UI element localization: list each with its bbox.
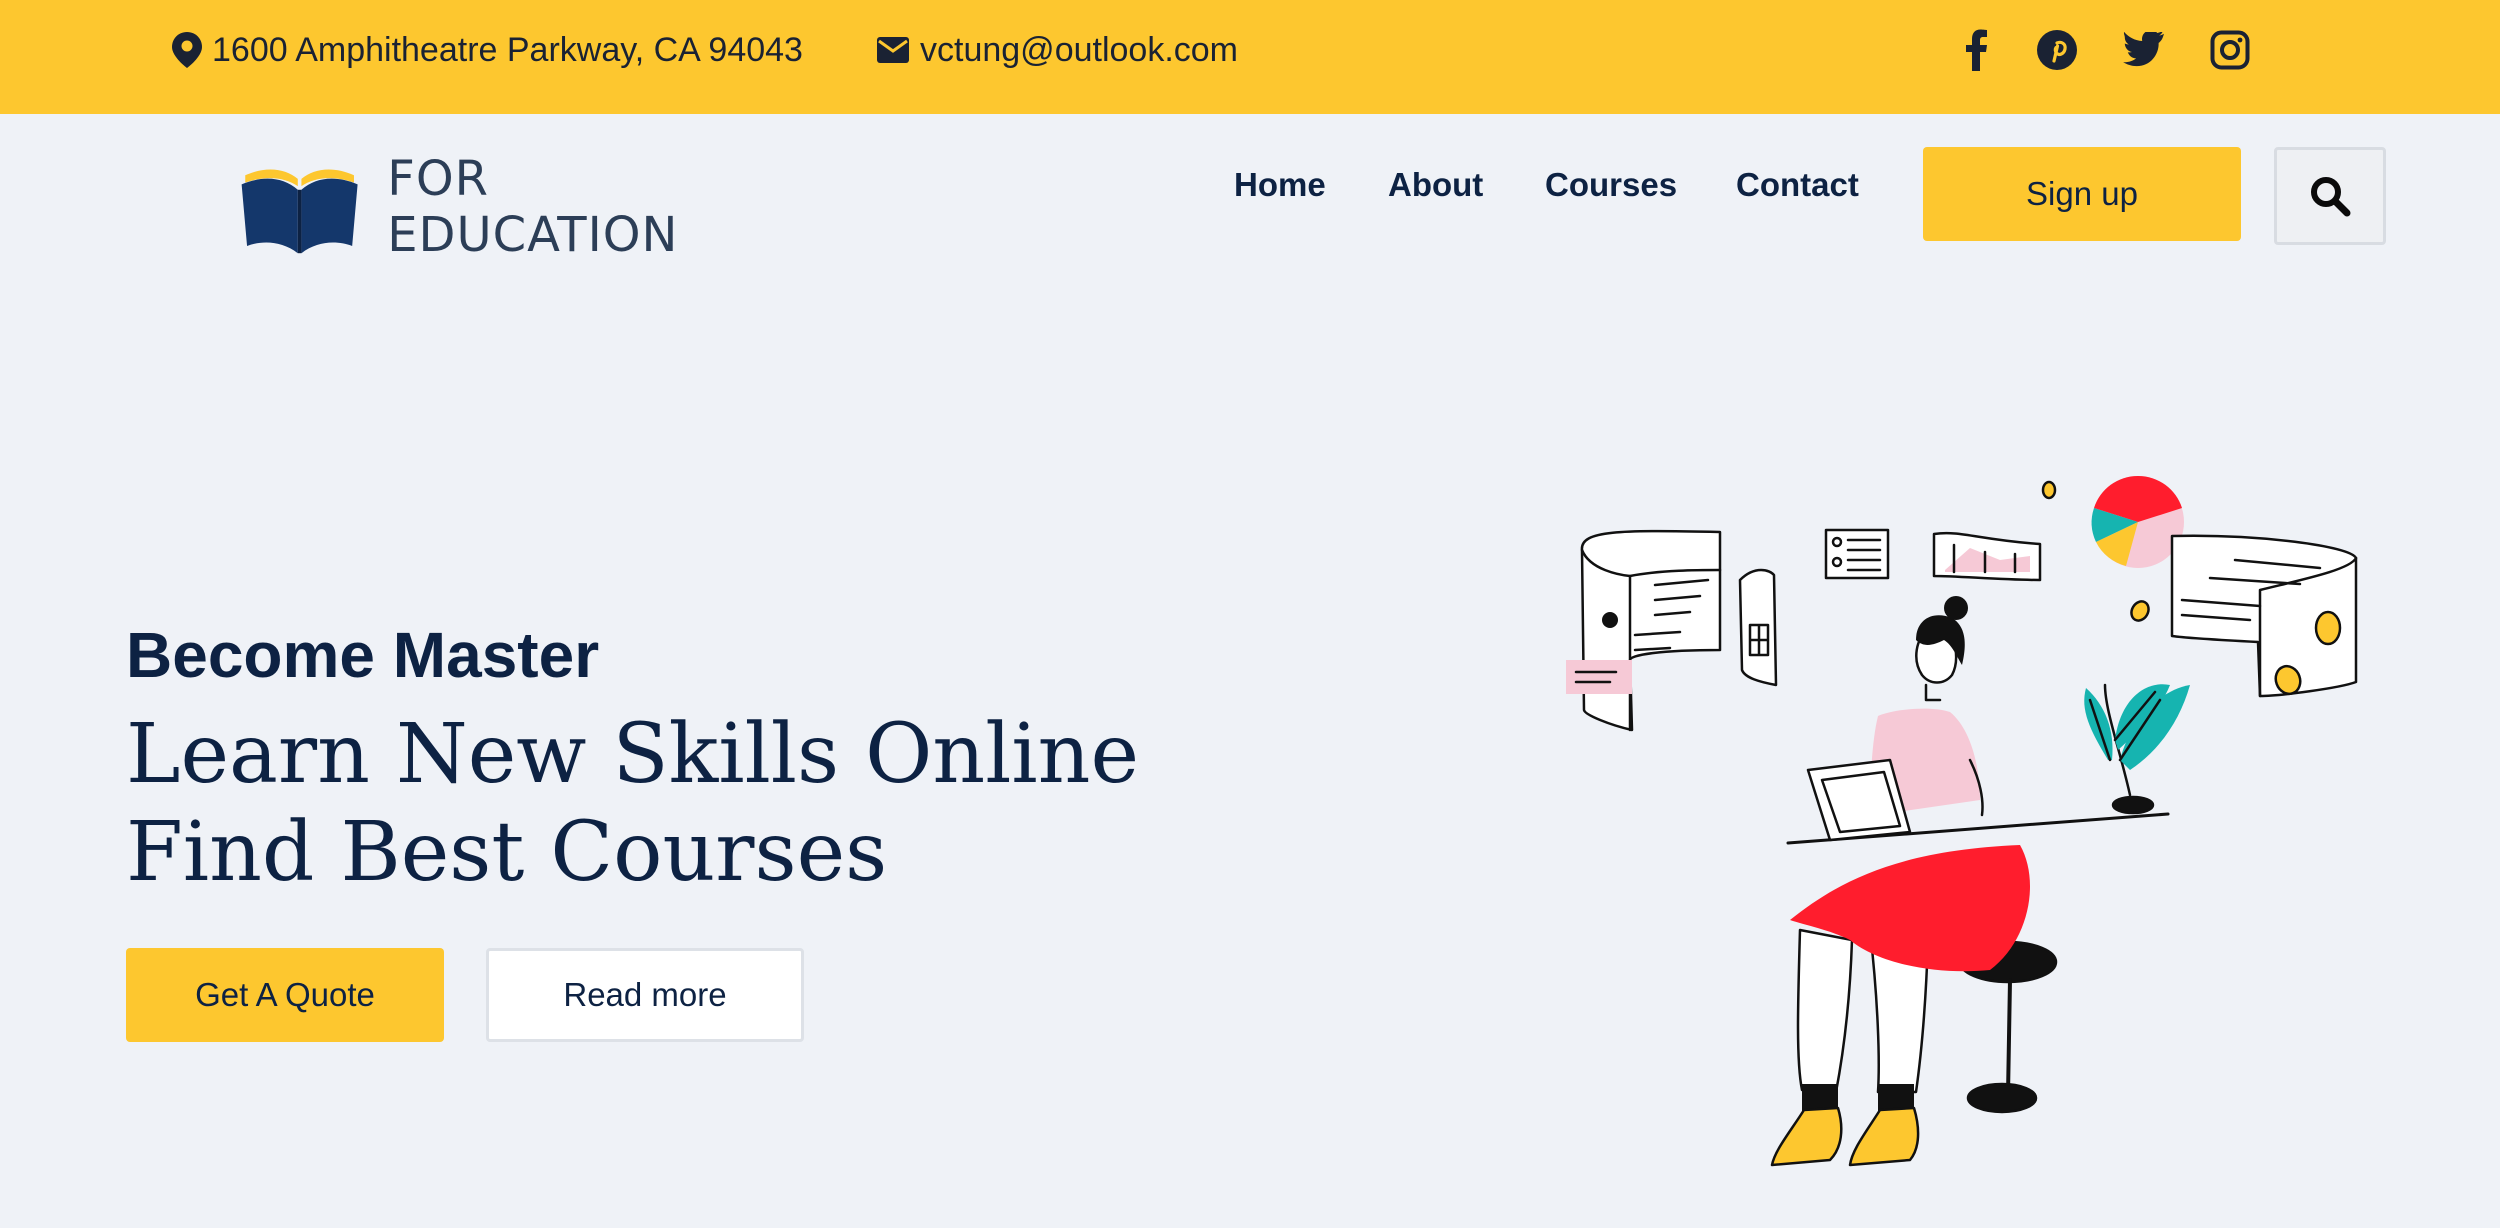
open-book-icon [241,169,358,254]
pinterest-icon[interactable] [2035,28,2079,72]
list-card [1824,528,1890,580]
email-info[interactable]: vctung@outlook.com [876,28,1238,72]
search-button[interactable] [2274,147,2386,245]
address-text: 1600 Amphitheatre Parkway, CA 94043 [212,30,803,69]
instagram-icon[interactable] [2208,28,2252,72]
address-info: 1600 Amphitheatre Parkway, CA 94043 [170,28,803,72]
hero-subtitle: Become Master [126,619,600,691]
site-logo[interactable]: FOR EDUCATION [238,151,758,263]
map-pin-icon [172,32,202,68]
top-bar: 1600 Amphitheatre Parkway, CA 94043 vctu… [0,0,2500,114]
nav-courses[interactable]: Courses [1545,166,1677,210]
get-quote-button[interactable]: Get A Quote [126,948,444,1042]
hero-illustration [1566,475,2358,1167]
nav-contact[interactable]: Contact [1736,166,1859,210]
pie-chart-graphic [2091,475,2184,568]
left-panel [1566,529,1722,732]
email-text[interactable]: vctung@outlook.com [920,31,1238,70]
search-icon [2311,177,2351,217]
read-more-button[interactable]: Read more [486,948,804,1042]
hero-title: Learn New Skills Online Find Best Course… [126,707,1139,900]
nav-about[interactable]: About [1388,166,1483,210]
envelope-icon [877,37,909,63]
plant-graphic [2084,683,2190,815]
grid-panel [1738,568,1778,687]
signup-button-label: Sign up [2026,175,2138,212]
read-more-label: Read more [563,976,727,1013]
signup-button[interactable]: Sign up [1923,147,2241,241]
nav-home[interactable]: Home [1234,166,1326,210]
logo-text: FOR EDUCATION [387,151,679,263]
bar-card [1932,531,2042,582]
right-panel [2170,534,2358,698]
facebook-icon[interactable] [1955,28,1999,72]
person-graphic [1770,596,2030,1167]
get-quote-label: Get A Quote [195,976,375,1013]
twitter-icon[interactable] [2122,28,2166,72]
